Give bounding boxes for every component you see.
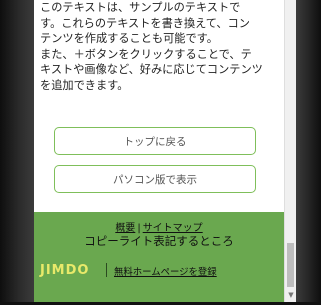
jimdo-logo-text: JIMDO	[40, 263, 90, 278]
jimdo-row: JIMDO 無料ホームページを登録	[40, 262, 280, 278]
text-line: を追加できます。	[40, 78, 129, 92]
text-line: このテキストは、サンプルのテキストで	[40, 1, 241, 14]
text-line: また、＋ボタンをクリックすることで、テ	[40, 47, 252, 61]
copyright-text: コピーライト表記するところ	[84, 234, 234, 248]
sample-text-block: このテキストは、サンプルのテキストで す。これらのテキストを書き換えて、コン テ…	[40, 0, 284, 94]
text-line: キストや画像など、好みに応じてコンテンツ	[40, 63, 263, 77]
footer-links: 概要 | サイトマップ	[34, 219, 284, 234]
pc-view-button[interactable]: パソコン版で表示	[54, 165, 256, 193]
device-frame-right	[296, 0, 321, 305]
site-footer: 概要 | サイトマップ コピーライト表記するところ JIMDO 無料ホームページを登…	[34, 212, 284, 302]
text-line: テンツを作成することも可能です。	[40, 32, 218, 46]
device-frame-left	[0, 0, 34, 305]
page-content: このテキストは、サンプルのテキストで す。これらのテキストを書き換えて、コン テ…	[34, 0, 284, 302]
jimdo-logo[interactable]: JIMDO	[40, 263, 89, 278]
scrollbar-thumb[interactable]	[287, 243, 294, 287]
logo-divider	[106, 263, 107, 277]
phone-screen: このテキストは、サンプルのテキストで す。これらのテキストを書き換えて、コン テ…	[34, 0, 296, 302]
vertical-scrollbar[interactable]: ▼	[284, 0, 296, 302]
free-homepage-register-link[interactable]: 無料ホームページを登録	[114, 264, 217, 278]
text-line: す。これらのテキストを書き換えて、コン	[40, 16, 250, 30]
back-to-top-button[interactable]: トップに戻る	[54, 127, 256, 155]
scroll-down-arrow-icon[interactable]: ▼	[286, 290, 296, 300]
